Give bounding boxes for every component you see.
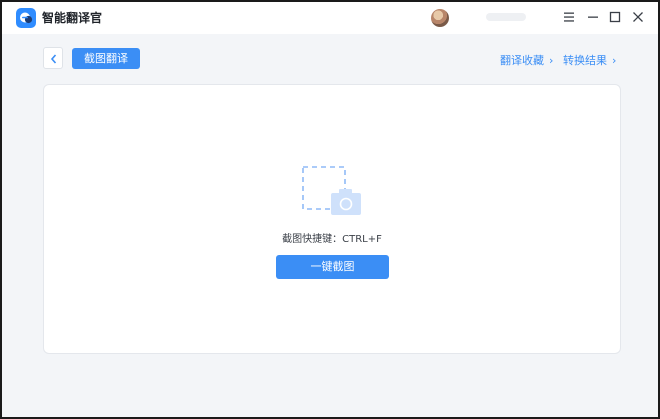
back-button[interactable] — [43, 47, 63, 69]
link-conversion-results[interactable]: 转换结果 › — [563, 54, 616, 68]
chevron-right-icon: › — [612, 54, 617, 67]
close-icon[interactable] — [629, 8, 647, 26]
screenshot-camera-icon — [301, 165, 363, 217]
one-click-capture-button[interactable]: 一键截图 — [276, 255, 389, 279]
title-bar: 智能翻译官 — [2, 2, 658, 34]
link-label: 转换结果 — [563, 54, 607, 67]
minimize-icon[interactable] — [584, 8, 602, 26]
user-name-placeholder — [486, 13, 526, 21]
main-panel — [43, 84, 621, 354]
app-logo — [16, 8, 36, 28]
chevron-right-icon: › — [549, 54, 554, 67]
app-title: 智能翻译官 — [42, 11, 103, 25]
shortcut-hint: 截图快捷键：CTRL+F — [282, 234, 382, 245]
app-window: 智能翻译官 截图翻译 翻译收藏 › 转换结果 › 截图快捷键：CTRL+F 一键… — [2, 2, 658, 417]
link-label: 翻译收藏 — [500, 54, 544, 67]
tab-screenshot-translate[interactable]: 截图翻译 — [72, 48, 140, 69]
link-translation-favorites[interactable]: 翻译收藏 › — [500, 54, 553, 68]
chevron-left-icon — [50, 54, 57, 64]
maximize-icon[interactable] — [606, 8, 624, 26]
avatar[interactable] — [431, 9, 449, 27]
menu-icon[interactable] — [560, 8, 578, 26]
